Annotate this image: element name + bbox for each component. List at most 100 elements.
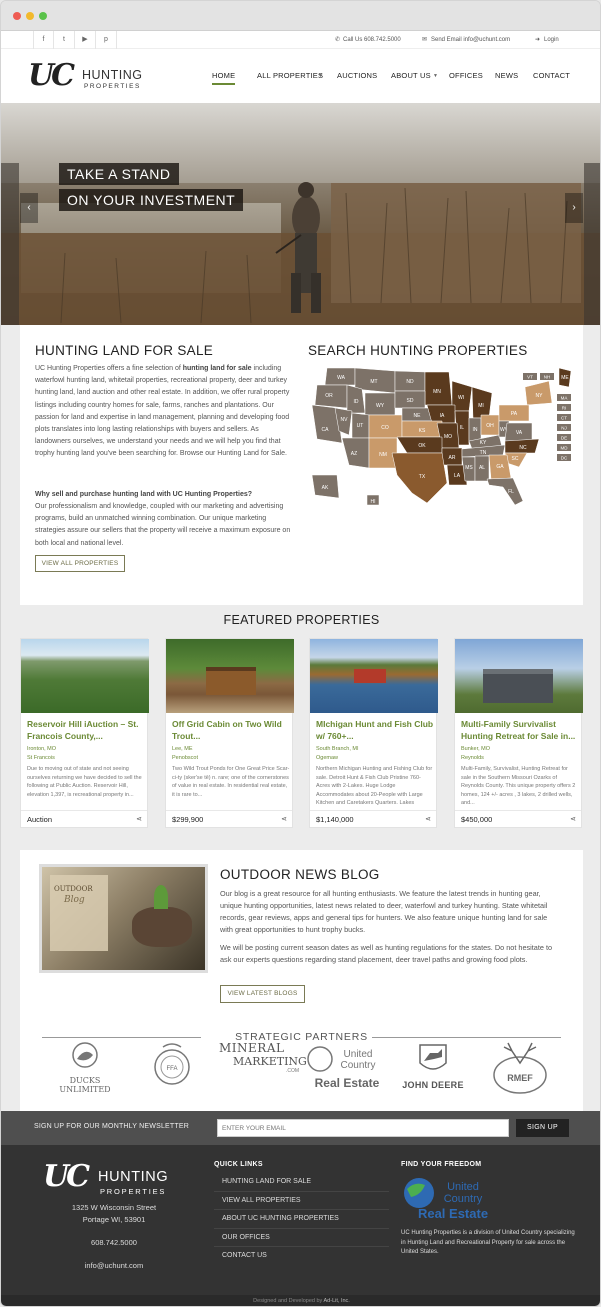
property-title[interactable]: Off Grid Cabin on Two Wild Trout... — [172, 718, 290, 742]
property-card[interactable]: Off Grid Cabin on Two Wild Trout... Lee,… — [165, 638, 294, 829]
property-footer: $1,140,000 ⋖ — [310, 810, 436, 828]
state-label-nv: NV — [341, 417, 349, 423]
footer-united-country-logo[interactable]: United Country Real Estate — [401, 1173, 511, 1221]
property-card[interactable]: MIchigan Hunt and Fish Club w/ 760+... S… — [309, 638, 438, 828]
state-fl[interactable] — [486, 477, 524, 506]
footer-link-offices[interactable]: OUR OFFICES — [214, 1229, 389, 1247]
state-label-az: AZ — [351, 451, 357, 457]
intro-question: Why sell and purchase hunting land with … — [35, 491, 253, 498]
state-label-ga: GA — [496, 464, 504, 470]
mineral-text: MINERAL — [219, 1041, 285, 1055]
site-footer: UC HUNTING PROPERTIES 1325 W Wisconsin S… — [1, 1145, 600, 1295]
john-deere-logo[interactable]: JOHN DEERE — [397, 1041, 469, 1101]
united-country-globe-icon: UnitedCountry — [307, 1046, 376, 1072]
property-card[interactable]: Multi-Family Survivalist Hunting Retreat… — [454, 638, 583, 829]
slider-prev-icon[interactable]: ‹ — [20, 193, 38, 223]
ffa-logo[interactable]: FFA — [151, 1041, 193, 1101]
property-card[interactable]: Reservoir Hill iAuction – St. Francois C… — [20, 638, 149, 829]
minimize-dot-icon[interactable] — [26, 12, 34, 20]
view-all-properties-button[interactable]: VIEW ALL PROPERTIES — [35, 555, 125, 572]
newsletter-label: SIGN UP FOR OUR MONTHLY NEWSLETTER — [34, 1123, 189, 1130]
nav-home[interactable]: HOME — [212, 71, 236, 85]
nav-auctions[interactable]: AUCTIONS — [337, 71, 377, 80]
state-label-vt: VT — [527, 375, 533, 380]
state-label-or: OR — [325, 393, 333, 399]
call-us-link[interactable]: Call Us 608.742.5000 — [343, 31, 401, 49]
browser-window: f t ▶ p ✆ Call Us 608.742.5000 ✉ Send Em… — [0, 0, 601, 1307]
footer-logo-hunting: HUNTING — [98, 1169, 169, 1185]
property-image[interactable] — [21, 639, 149, 713]
us-map[interactable]: WA MT ND MN OR ID WY SD WI MI NY ME CA N… — [307, 363, 572, 513]
credit-link[interactable]: Ad-Lit, Inc. — [324, 1298, 350, 1304]
nav-news[interactable]: NEWS — [495, 71, 518, 80]
nav-contact[interactable]: CONTACT — [533, 71, 570, 80]
ffa-text: FFA — [166, 1066, 177, 1072]
state-label-pa: PA — [511, 411, 518, 417]
sign-up-button[interactable]: SIGN UP — [516, 1119, 569, 1137]
footer-link-contact[interactable]: CONTACT US — [214, 1247, 389, 1266]
property-image[interactable] — [166, 639, 294, 713]
state-label-ma: MA — [561, 396, 568, 401]
send-email-link[interactable]: Send Email info@uchunt.com — [431, 31, 510, 49]
blog-image-sprout — [154, 885, 168, 909]
state-label-hi: HI — [371, 499, 376, 505]
login-link[interactable]: Login — [544, 31, 559, 49]
share-icon[interactable]: ⋖ — [425, 811, 431, 829]
share-icon[interactable]: ⋖ — [136, 811, 142, 829]
facebook-icon[interactable]: f — [33, 31, 54, 49]
property-title[interactable]: MIchigan Hunt and Fish Club w/ 760+... — [316, 718, 434, 742]
rmef-text: RMEF — [507, 1073, 533, 1083]
property-image[interactable] — [310, 639, 438, 713]
blog-image-word: OUTDOOR — [54, 885, 93, 893]
nav-about-us[interactable]: ABOUT US — [391, 71, 431, 80]
united-text: United — [344, 1049, 373, 1060]
footer-phone[interactable]: 608.742.5000 — [46, 1238, 182, 1247]
footer-logo[interactable]: UC HUNTING PROPERTIES — [43, 1159, 185, 1199]
ducks-unlimited-logo[interactable]: DUCKS UNLIMITED — [53, 1041, 117, 1101]
property-price: $299,900 — [172, 815, 204, 824]
share-icon[interactable]: ⋖ — [281, 811, 287, 829]
nav-offices[interactable]: OFFICES — [449, 71, 483, 80]
close-dot-icon[interactable] — [13, 12, 21, 20]
footer-link-all-properties[interactable]: VIEW ALL PROPERTIES — [214, 1192, 389, 1210]
youtube-icon[interactable]: ▶ — [75, 31, 96, 49]
phone-icon: ✆ — [335, 37, 341, 43]
intro-title: HUNTING LAND FOR SALE — [35, 343, 214, 358]
twitter-icon[interactable]: t — [54, 31, 75, 49]
share-icon[interactable]: ⋖ — [570, 811, 576, 829]
state-label-fl: FL — [508, 489, 514, 495]
slider-next-icon[interactable]: › — [565, 193, 583, 223]
footer-link-hunting-land[interactable]: HUNTING LAND FOR SALE — [214, 1173, 389, 1192]
united-country-logo[interactable]: United Country Real Estate — [306, 1041, 388, 1101]
featured-properties-section: FEATURED PROPERTIES Reservoir Hill iAuct… — [1, 605, 600, 835]
footer-email[interactable]: info@uchunt.com — [46, 1261, 182, 1270]
state-label-ak: AK — [322, 485, 329, 491]
property-title[interactable]: Multi-Family Survivalist Hunting Retreat… — [461, 718, 579, 742]
state-label-ks: KS — [419, 428, 426, 434]
blog-image-hands — [132, 907, 192, 947]
state-label-me: ME — [561, 375, 569, 381]
property-county: Reynolds — [461, 754, 484, 761]
view-latest-blogs-button[interactable]: VIEW LATEST BLOGS — [220, 985, 305, 1003]
pinterest-icon[interactable]: p — [96, 31, 117, 49]
footer-address-2: Portage WI, 53901 — [82, 1215, 146, 1224]
rmef-logo[interactable]: RMEF — [489, 1041, 551, 1101]
property-image[interactable] — [455, 639, 583, 713]
footer-link-about[interactable]: ABOUT UC HUNTING PROPERTIES — [214, 1210, 389, 1229]
mineral-marketing-logo[interactable]: MINERAL MARKETING .COM — [219, 1041, 307, 1101]
state-label-dc: DC — [561, 456, 568, 461]
newsletter-email-input[interactable] — [217, 1119, 509, 1137]
site-logo[interactable]: UC HUNTING PROPERTIES — [28, 57, 148, 97]
logo-uc: UC — [28, 58, 75, 93]
property-description: Two Wild Trout Ponds for One Great Price… — [172, 766, 290, 798]
intro-text-a: UC Hunting Properties offers a fine sele… — [35, 365, 183, 372]
top-utility-bar: f t ▶ p ✆ Call Us 608.742.5000 ✉ Send Em… — [1, 31, 600, 49]
nav-all-properties[interactable]: ALL PROPERTIES — [257, 71, 323, 80]
state-label-al: AL — [479, 465, 485, 471]
property-title[interactable]: Reservoir Hill iAuction – St. Francois C… — [27, 718, 145, 742]
blog-image[interactable]: OUTDOOR Blog — [42, 867, 205, 970]
duck-icon — [72, 1042, 98, 1068]
deer-icon — [419, 1044, 447, 1070]
property-county: St Francois — [27, 754, 55, 761]
maximize-dot-icon[interactable] — [39, 12, 47, 20]
